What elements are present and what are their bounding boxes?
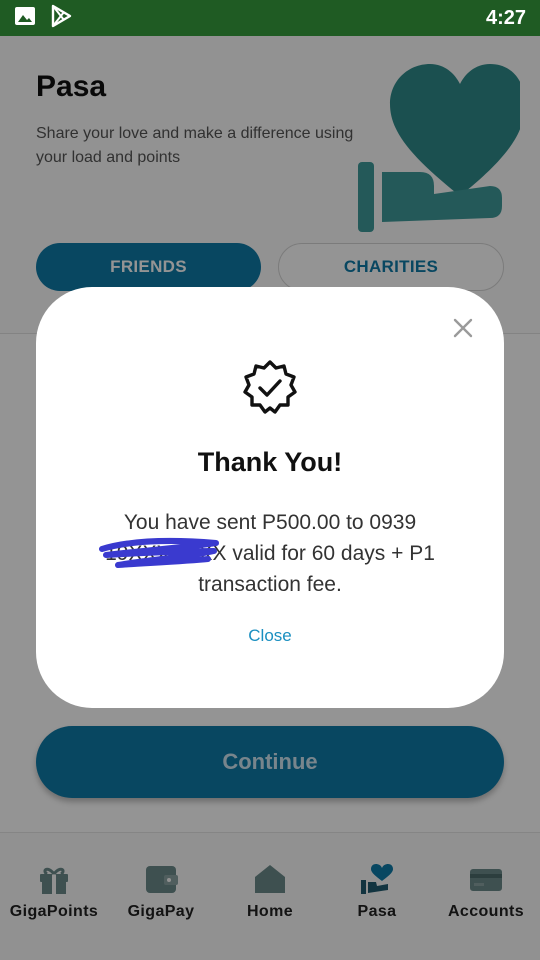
dialog-title: Thank You! [197,447,343,477]
close-icon[interactable] [452,317,474,339]
redaction-scribble [99,538,219,568]
verified-badge-icon [243,360,297,414]
play-store-icon [50,4,72,32]
status-bar: 4:27 [0,0,540,36]
close-button[interactable]: Close [36,626,504,646]
thank-you-dialog: Thank You! You have sent P500.00 to 0939… [36,287,504,708]
status-time: 4:27 [485,6,526,29]
gallery-icon [14,6,36,30]
